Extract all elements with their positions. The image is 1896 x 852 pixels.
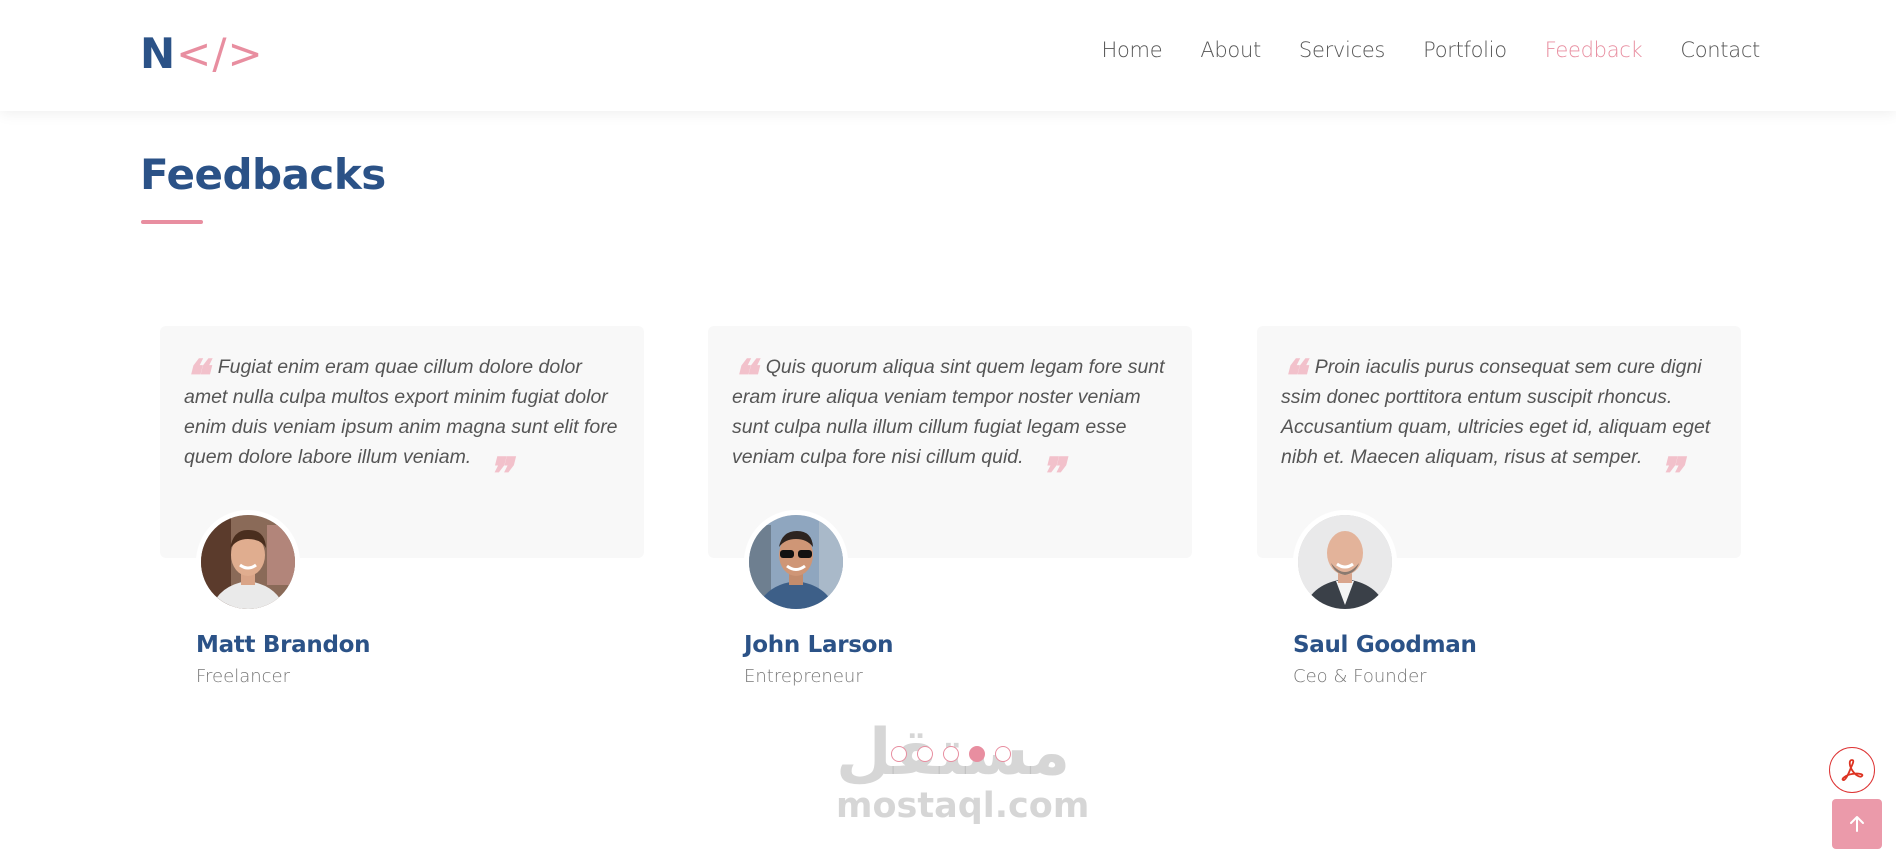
nav-portfolio[interactable]: Portfolio bbox=[1423, 38, 1507, 62]
testimonial-card: ❝ Proin iaculis purus consequat sem cure … bbox=[1257, 326, 1741, 687]
nav-feedback[interactable]: Feedback bbox=[1545, 38, 1643, 62]
testimonial-quote: ❝ Proin iaculis purus consequat sem cure … bbox=[1281, 351, 1711, 500]
watermark-latin: mostaql.com bbox=[836, 786, 1090, 826]
testimonial-card: ❝ Fugiat enim eram quae cillum dolore dol… bbox=[160, 326, 644, 687]
person-role: Freelancer bbox=[196, 666, 291, 687]
quote-close-icon: ❞ bbox=[1658, 449, 1682, 500]
quote-close-icon: ❞ bbox=[487, 449, 511, 500]
watermark: مستقل mostaql.com bbox=[836, 720, 1090, 826]
avatar bbox=[196, 510, 300, 614]
carousel-dots bbox=[891, 746, 1011, 762]
testimonial-card: ❝ Quis quorum aliqua sint quem legam fore… bbox=[708, 326, 1192, 687]
site-header: N</> Home About Services Portfolio Feedb… bbox=[0, 0, 1896, 111]
section-title: Feedbacks bbox=[140, 150, 386, 199]
quote-open-icon: ❝ bbox=[184, 351, 208, 402]
main-nav: Home About Services Portfolio Feedback C… bbox=[1064, 38, 1761, 62]
logo-code-tag: </> bbox=[176, 29, 264, 78]
person-name: John Larson bbox=[744, 632, 894, 658]
person-name: Matt Brandon bbox=[196, 632, 371, 658]
scroll-top-button[interactable] bbox=[1832, 799, 1882, 849]
nav-contact[interactable]: Contact bbox=[1680, 38, 1760, 62]
avatar-person-icon bbox=[749, 515, 843, 609]
testimonial-quote: ❝ Quis quorum aliqua sint quem legam fore… bbox=[732, 351, 1165, 500]
person-name: Saul Goodman bbox=[1293, 632, 1477, 658]
site-logo[interactable]: N</> bbox=[140, 28, 264, 80]
nav-services[interactable]: Services bbox=[1299, 38, 1385, 62]
quote-close-icon: ❞ bbox=[1039, 449, 1064, 500]
avatar-person-icon bbox=[1298, 515, 1392, 609]
avatar-person-icon bbox=[201, 515, 295, 609]
nav-home[interactable]: Home bbox=[1102, 38, 1163, 62]
carousel-dot-active[interactable] bbox=[969, 746, 985, 762]
title-underline bbox=[141, 220, 203, 224]
pdf-icon bbox=[1841, 759, 1864, 781]
nav-about[interactable]: About bbox=[1200, 38, 1261, 62]
carousel-dot[interactable] bbox=[943, 746, 959, 762]
carousel-dot[interactable] bbox=[891, 746, 907, 762]
person-role: Ceo & Founder bbox=[1293, 666, 1427, 687]
avatar bbox=[1293, 510, 1397, 614]
arrow-up-icon bbox=[1850, 816, 1864, 832]
quote-open-icon: ❝ bbox=[1281, 351, 1305, 402]
quote-open-icon: ❝ bbox=[732, 351, 756, 402]
testimonial-quote: ❝ Fugiat enim eram quae cillum dolore dol… bbox=[184, 351, 618, 500]
person-role: Entrepreneur bbox=[744, 666, 863, 687]
avatar bbox=[744, 510, 848, 614]
pdf-download-button[interactable] bbox=[1829, 747, 1875, 793]
carousel-dot[interactable] bbox=[995, 746, 1011, 762]
carousel-dot[interactable] bbox=[917, 746, 933, 762]
logo-letter: N bbox=[140, 29, 177, 78]
